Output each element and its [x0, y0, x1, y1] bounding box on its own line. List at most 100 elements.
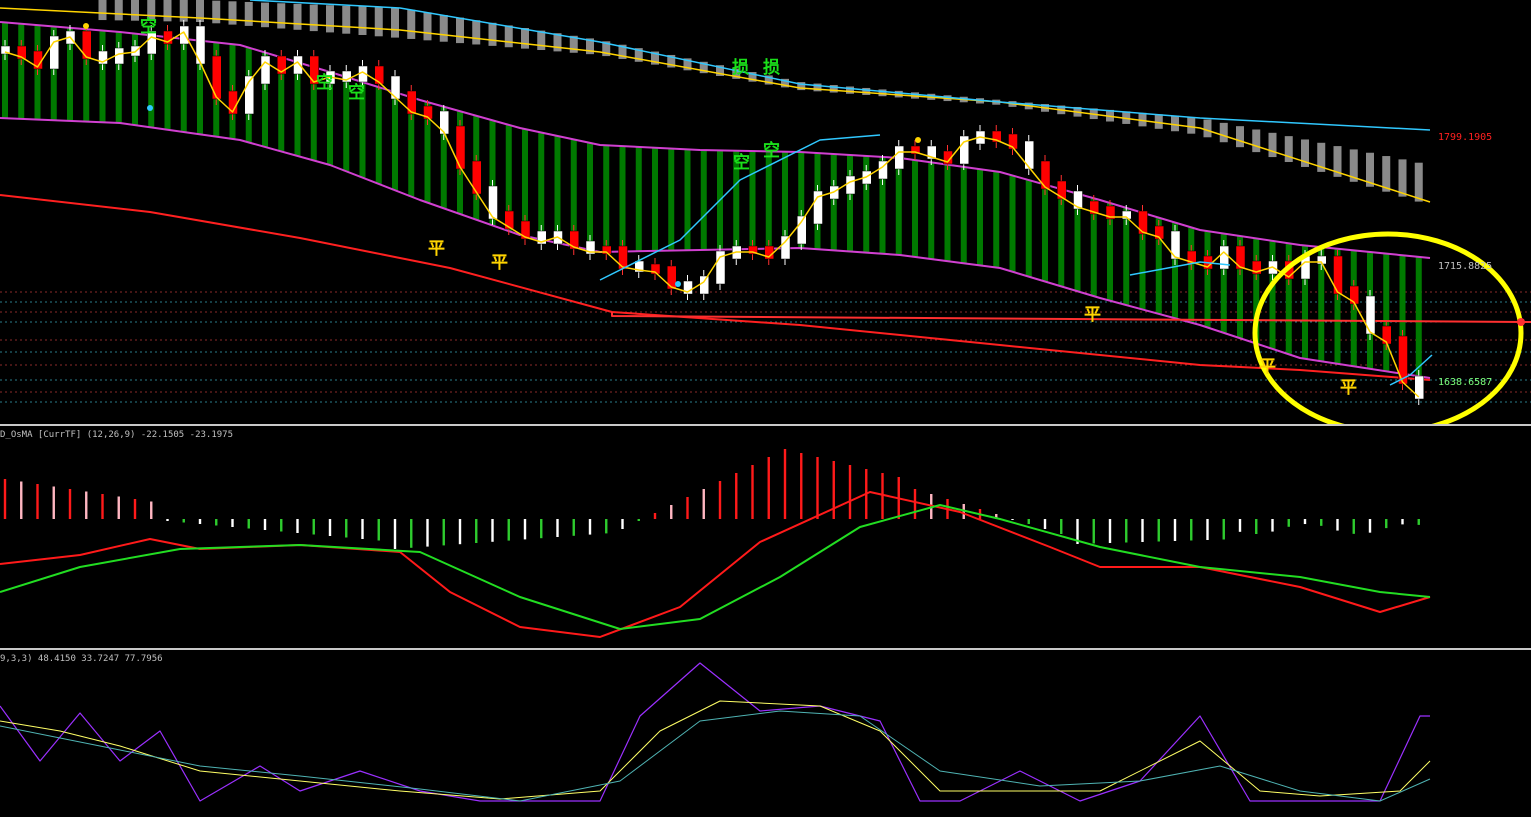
osma-histogram-bar	[1125, 519, 1128, 543]
channel-bar	[1009, 175, 1016, 272]
stochastic-title: 9,3,3) 48.4150 33.7247 77.7956	[0, 654, 163, 664]
channel-bar	[164, 37, 171, 130]
cloud-bar	[98, 0, 107, 21]
osma-histogram-bar	[166, 519, 169, 521]
candle-body	[374, 65, 384, 85]
channel-bar	[847, 155, 853, 252]
osma-histogram-bar	[556, 519, 559, 537]
osma-histogram-bar	[3, 479, 7, 519]
sell-signal: 空	[316, 73, 333, 93]
cloud-bar	[277, 3, 286, 29]
price-chart-pane[interactable]: 1799.1905 1715.8825 1638.6587 空 空 空 空 空 …	[0, 0, 1531, 424]
close-signal: 平	[1084, 305, 1101, 325]
osma-histogram-bar	[475, 519, 478, 543]
osma-histogram-bar	[491, 519, 494, 542]
candle-body	[699, 275, 709, 295]
osma-histogram-bar	[1287, 519, 1290, 527]
osma-histogram-bar	[686, 497, 689, 519]
cloud-bar	[114, 0, 123, 21]
cloud-bar	[521, 28, 529, 49]
osma-histogram-bar	[523, 519, 527, 540]
osma-histogram-bar	[1336, 519, 1339, 531]
cloud-bar	[504, 25, 513, 48]
channel-bar	[1204, 231, 1211, 328]
cloud-bar	[456, 17, 464, 44]
close-signal: 平	[1259, 357, 1276, 377]
osma-indicator-pane[interactable]: D_OsMA [CurrTF] (12,26,9) -22.1505 -23.1…	[0, 427, 1531, 648]
osma-histogram-bar	[637, 519, 640, 521]
cloud-bar	[1252, 129, 1261, 153]
signal-dot	[147, 105, 153, 111]
channel-bar	[1383, 253, 1390, 372]
osma-histogram-bar	[182, 519, 185, 523]
osma-canvas	[0, 449, 1431, 638]
osma-histogram-bar	[1271, 519, 1274, 532]
osma-histogram-bar	[507, 519, 510, 541]
cloud-bar	[1414, 162, 1423, 202]
osma-histogram-bar	[1011, 519, 1014, 520]
osma-histogram-bar	[133, 499, 137, 519]
osma-histogram-bar	[1385, 519, 1388, 529]
osma-histogram-bar	[1060, 519, 1063, 534]
close-signal: 平	[428, 239, 445, 259]
channel-bar	[619, 146, 626, 252]
sell-signal: 空	[140, 17, 157, 37]
cloud-bar	[423, 12, 432, 41]
osma-histogram-bar	[393, 519, 397, 549]
candle-body	[780, 235, 791, 260]
channel-bar	[587, 142, 593, 250]
osma-histogram-bar	[101, 494, 104, 519]
stochastic-canvas	[0, 662, 1431, 802]
cloud-bar	[261, 2, 269, 28]
channel-bar	[2, 22, 8, 119]
channel-bar	[603, 145, 610, 252]
osma-histogram-bar	[800, 453, 803, 519]
candle-body	[1057, 180, 1067, 200]
cloud-bar	[391, 7, 399, 38]
channel-bar	[652, 147, 658, 251]
channel-bar	[1188, 227, 1195, 323]
macd-line	[0, 491, 1431, 638]
price-label-middle: 1715.8825	[1438, 261, 1493, 272]
osma-histogram-bar	[1222, 519, 1225, 540]
pane-separator[interactable]	[0, 424, 1531, 426]
close-signal: 平	[491, 253, 508, 273]
channel-bar	[668, 148, 675, 251]
osma-histogram-bar	[670, 505, 673, 519]
osma-histogram-bar	[816, 457, 819, 519]
cloud-bar	[374, 7, 383, 37]
osma-histogram-bar	[572, 519, 575, 536]
osma-histogram-bar	[36, 484, 39, 519]
candle-body	[1219, 245, 1229, 270]
osma-histogram-bar	[1190, 519, 1193, 541]
osma-histogram-bar	[312, 519, 315, 535]
cloud-bar	[1203, 119, 1212, 138]
channel-bar	[392, 92, 398, 191]
channel-bar	[99, 30, 106, 123]
osma-histogram-bar	[1141, 519, 1144, 542]
osma-histogram-bar	[426, 519, 429, 547]
channel-bar	[18, 23, 25, 119]
macd-signal-line	[0, 504, 1431, 630]
signal-dot	[83, 23, 89, 29]
osma-histogram-bar	[117, 496, 120, 519]
stochastic-indicator-pane[interactable]: 9,3,3) 48.4150 33.7247 77.7956	[0, 651, 1531, 817]
candle-body	[504, 210, 514, 230]
channel-bar	[700, 150, 707, 250]
osma-histogram-bar	[280, 519, 283, 532]
channel-bar	[1415, 256, 1422, 377]
osma-histogram-bar	[1238, 519, 1242, 532]
osma-histogram-bar	[458, 519, 462, 545]
osma-histogram-bar	[328, 519, 332, 536]
channel-bar	[1025, 180, 1032, 277]
osma-histogram-bar	[913, 489, 917, 519]
price-label-lower: 1638.6587	[1438, 377, 1493, 388]
osma-histogram-bar	[198, 519, 202, 524]
osma-histogram-bar	[85, 491, 88, 519]
osma-histogram-bar	[231, 519, 234, 527]
close-signal: 平	[1340, 378, 1357, 398]
osma-histogram-bar	[735, 473, 738, 519]
pane-separator[interactable]	[0, 648, 1531, 650]
osma-histogram-bar	[702, 489, 705, 519]
osma-title: D_OsMA [CurrTF] (12,26,9) -22.1505 -23.1…	[0, 430, 233, 440]
